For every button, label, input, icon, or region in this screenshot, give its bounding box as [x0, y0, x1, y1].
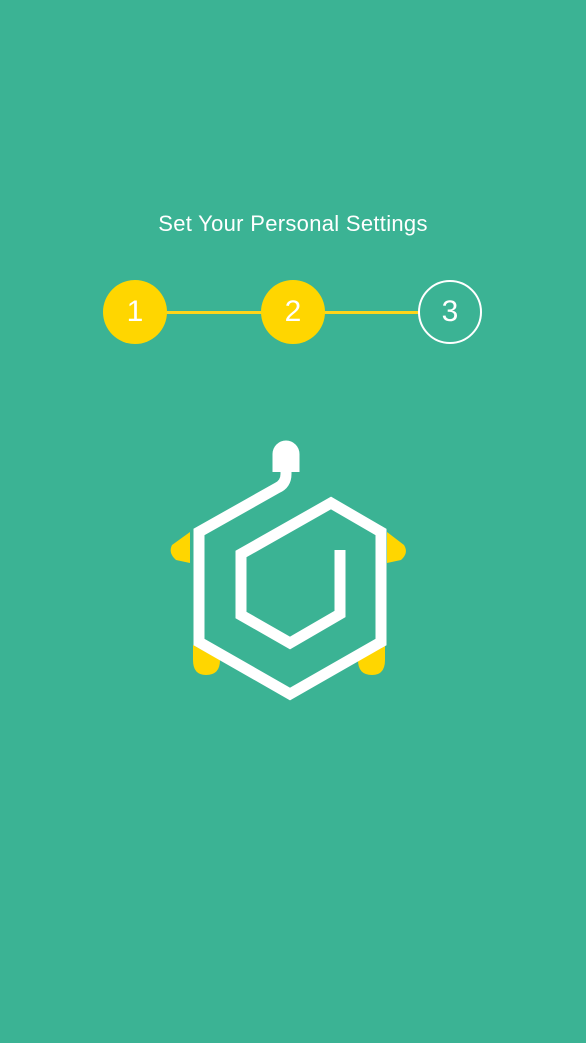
progress-stepper: 1 2 3	[103, 280, 483, 346]
turtle-spiral-logo-icon	[170, 440, 406, 701]
step-2[interactable]: 2	[261, 280, 325, 344]
step-connector-1-2	[163, 311, 263, 314]
step-2-label: 2	[284, 295, 302, 328]
page-title: Set Your Personal Settings	[158, 211, 428, 236]
step-3[interactable]: 3	[418, 280, 482, 344]
step-1-label: 1	[126, 295, 144, 328]
step-3-label: 3	[441, 295, 459, 328]
step-1[interactable]: 1	[103, 280, 167, 344]
turtle-shell	[193, 453, 387, 701]
step-connector-2-3	[320, 311, 420, 314]
